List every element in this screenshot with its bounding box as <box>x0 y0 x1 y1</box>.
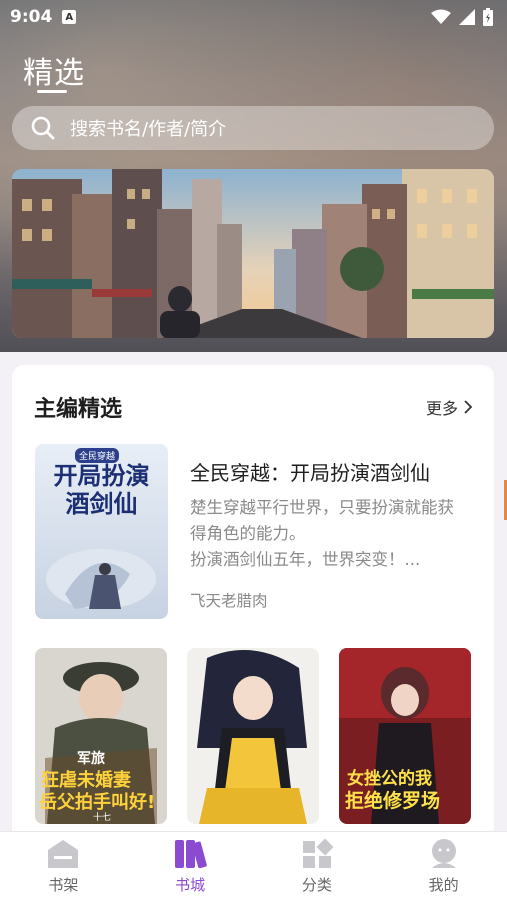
cover-title: 开局扮演酒剑仙 <box>53 461 150 518</box>
cover-1-author: 十七 <box>93 813 112 823</box>
book-cover-2[interactable] <box>187 648 319 824</box>
book-cover-3[interactable]: 女挫公的我 拒绝修罗场 <box>339 648 471 824</box>
nav-profile[interactable]: 我的 <box>394 838 494 895</box>
editor-picks-card: 主编精选 更多 全民穿越 开局扮演酒剑仙 全民穿越：开局扮演酒剑仙 楚生穿越平行… <box>12 365 494 845</box>
banner-image[interactable] <box>12 169 494 338</box>
bookstore-icon <box>175 840 207 869</box>
bottom-navigation: 书架 书城 分类 我的 <box>0 831 507 901</box>
banner-city-illustration <box>12 169 494 338</box>
battery-icon <box>483 8 493 26</box>
nav-label-bookstore: 书城 <box>175 876 206 894</box>
wifi-icon <box>431 9 451 24</box>
category-icon <box>302 838 334 868</box>
cover-1-tag: 军旅 <box>77 751 105 767</box>
notification-icon: A <box>62 10 77 24</box>
featured-book-cover[interactable]: 全民穿越 开局扮演酒剑仙 <box>35 444 168 619</box>
featured-book-description: 楚生穿越平行世界，只要扮演就能获得角色的能力。 扮演酒剑仙五年，世界突变！... <box>190 498 454 569</box>
search-input[interactable]: 搜索书名/作者/简介 <box>12 106 494 150</box>
featured-book-author: 飞天老腊肉 <box>190 592 268 610</box>
featured-book-title[interactable]: 全民穿越：开局扮演酒剑仙 <box>190 457 430 486</box>
nav-label-bookshelf: 书架 <box>48 876 79 894</box>
section-title: 主编精选 <box>34 397 123 422</box>
book-cover-1[interactable]: 军旅 狂虐未婚妻 岳父拍手叫好! 十七 <box>35 648 167 824</box>
nav-label-category: 分类 <box>301 876 332 894</box>
bookshelf-icon <box>48 840 79 868</box>
more-button[interactable]: 更多 <box>426 395 474 419</box>
nav-label-profile: 我的 <box>428 876 459 894</box>
profile-icon <box>431 839 456 868</box>
more-label: 更多 <box>425 399 458 418</box>
chevron-right-icon <box>464 400 473 414</box>
nav-bookstore[interactable]: 书城 <box>140 838 240 895</box>
nav-category[interactable]: 分类 <box>267 838 367 895</box>
search-placeholder: 搜索书名/作者/简介 <box>70 119 227 140</box>
status-time: 9:04 <box>10 7 53 27</box>
nav-bookshelf[interactable]: 书架 <box>13 838 113 895</box>
signal-icon <box>459 9 475 25</box>
title-underline <box>37 90 67 93</box>
cover-3-line2: 拒绝修罗场 <box>345 790 441 812</box>
status-bar: 9:04 A <box>0 0 507 34</box>
search-icon <box>31 116 55 140</box>
page-title: 精选 <box>23 56 85 91</box>
